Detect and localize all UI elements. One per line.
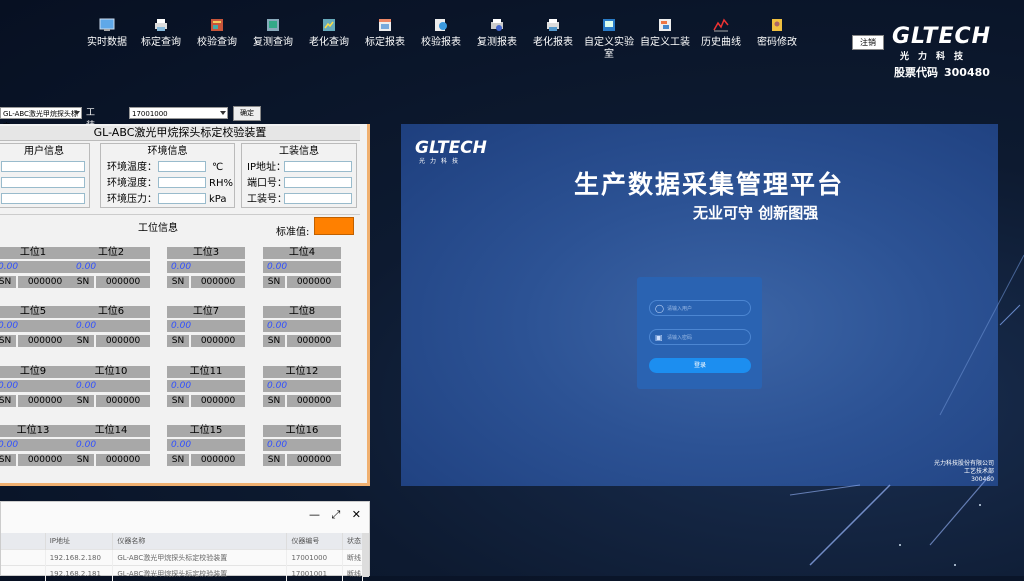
device-list-window: — ⤢ ✕ IP地址 仪器名称 仪器编号 状态 192.168.2.180 GL… [0, 501, 370, 576]
window-controls: — ⤢ ✕ [301, 508, 361, 522]
platform-slogan: 无业可守 创新图强 [693, 202, 818, 223]
login-button[interactable]: 登录 [649, 358, 751, 373]
env-info-title: 环境信息 [101, 145, 234, 158]
brand-area: 注销 GLTECH 光力科技 股票代码300480 [852, 22, 1012, 82]
env-temperature-input[interactable] [158, 161, 206, 172]
decorative-lines [780, 245, 1024, 576]
lab-icon [601, 18, 617, 32]
standard-value-label: 标准值: [276, 223, 309, 238]
calibration-panel: GL-ABC激光甲烷探头标定校验装置 用户信息 环境信息 环境温度： ℃ 环境湿… [0, 124, 370, 486]
brand-logo: GLTECH [892, 24, 991, 49]
chart-doc-icon [321, 18, 337, 32]
toolbar-custom-lab[interactable]: 自定义实验室 [580, 14, 638, 61]
confirm-button[interactable]: 确定 [233, 106, 261, 121]
column-header-ip[interactable]: IP地址 [45, 533, 113, 550]
station-card: 工位8 0.00 SN 000000 [263, 306, 341, 352]
toolbar-calibration-query[interactable]: 标定查询 [132, 14, 190, 49]
brand-logo-subtitle: 光力科技 [900, 49, 972, 62]
preview-logo-subtitle: 光力科技 [419, 156, 463, 165]
table-row[interactable]: 192.168.2.180 GL-ABC激光甲烷探头标定校验装置 1700100… [1, 550, 363, 566]
fixture-ip-input[interactable] [284, 161, 352, 172]
toolbar-change-password[interactable]: 密码修改 [748, 14, 806, 49]
toolbar-verify-report[interactable]: 校验报表 [412, 14, 470, 49]
station-info-title: 工位信息 [138, 219, 178, 234]
device-select[interactable]: GL-ABC激光甲烷探头标定 [0, 107, 82, 119]
user-info-title: 用户信息 [0, 145, 89, 158]
station-card: 工位14 0.00 SN 000000 [72, 425, 150, 471]
report-icon [265, 18, 281, 32]
env-humidity-input[interactable] [158, 177, 206, 188]
device-table: IP地址 仪器名称 仪器编号 状态 192.168.2.180 GL-ABC激光… [1, 533, 363, 581]
toolbar-retest-report[interactable]: 复测报表 [468, 14, 526, 49]
toolbar-verify-query[interactable]: 校验查询 [188, 14, 246, 49]
fixture-port-input[interactable] [284, 177, 352, 188]
toolbar-aging-query[interactable]: 老化查询 [300, 14, 358, 49]
fixture-id-input[interactable] [284, 193, 352, 204]
fixture-number-select[interactable]: 17001000 [129, 107, 228, 119]
station-card: 工位9 0.00 SN 000000 [0, 366, 72, 412]
station-card: 工位13 0.00 SN 000000 [0, 425, 72, 471]
toolbar-realtime-data[interactable]: 实时数据 [78, 14, 136, 49]
toolbar-calibration-report[interactable]: 标定报表 [356, 14, 414, 49]
station-card: 工位1 0.00 SN 000000 [0, 247, 72, 293]
station-card: 工位5 0.00 SN 000000 [0, 306, 72, 352]
user-field-1[interactable] [1, 161, 85, 172]
station-card: 工位10 0.00 SN 000000 [72, 366, 150, 412]
tool-icon [657, 18, 673, 32]
curve-icon [713, 18, 729, 32]
preview-logo: GLTECH [415, 138, 487, 158]
column-header-status[interactable]: 状态 [343, 533, 363, 550]
minimize-icon[interactable]: — [309, 508, 320, 521]
station-card: 工位12 0.00 SN 000000 [263, 366, 341, 412]
station-card: 工位4 0.00 SN 000000 [263, 247, 341, 293]
station-card: 工位2 0.00 SN 000000 [72, 247, 150, 293]
print-report-icon [489, 18, 505, 32]
logout-button[interactable]: 注销 [852, 35, 884, 50]
user-field-3[interactable] [1, 193, 85, 204]
table-scrollbar[interactable] [362, 533, 369, 577]
lock-icon: ▣ [655, 333, 663, 342]
toolbar-history-curve[interactable]: 历史曲线 [692, 14, 750, 49]
user-info-box: 用户信息 [0, 143, 90, 208]
printer-icon [153, 18, 169, 32]
chevron-down-icon [220, 111, 226, 115]
chevron-down-icon [74, 111, 80, 115]
fixture-info-box: 工装信息 IP地址： 端口号： 工装号： [241, 143, 357, 208]
key-icon [769, 18, 785, 32]
column-header-number[interactable]: 仪器编号 [287, 533, 343, 550]
station-card: 工位7 0.00 SN 000000 [167, 306, 245, 352]
username-input[interactable]: ◯ 请输入用户 [649, 300, 751, 316]
user-field-2[interactable] [1, 177, 85, 188]
station-info-header: 工位信息 标准值: [0, 214, 360, 235]
fixture-info-title: 工装信息 [242, 145, 356, 158]
print-icon [545, 18, 561, 32]
password-input[interactable]: ▣ 请输入密码 [649, 329, 751, 345]
panel-title: GL-ABC激光甲烷探头标定校验装置 [0, 126, 360, 141]
toolbar-aging-report[interactable]: 老化报表 [524, 14, 582, 49]
standard-value-indicator [314, 217, 354, 235]
column-header-name[interactable]: 仪器名称 [113, 533, 287, 550]
toolbar-retest-query[interactable]: 复测查询 [244, 14, 302, 49]
table-row[interactable]: 192.168.2.181 GL-ABC激光甲烷探头标定校验装置 1700100… [1, 566, 363, 581]
user-icon: ◯ [655, 304, 664, 313]
monitor-icon [99, 18, 115, 32]
stock-code: 股票代码300480 [894, 64, 990, 80]
station-card: 工位6 0.00 SN 000000 [72, 306, 150, 352]
close-icon[interactable]: ✕ [352, 508, 361, 521]
table-icon [377, 18, 393, 32]
env-info-box: 环境信息 环境温度： ℃ 环境湿度： RH% 环境压力： kPa [100, 143, 235, 208]
platform-title: 生产数据采集管理平台 [574, 165, 844, 201]
search-doc-icon [433, 18, 449, 32]
login-card: ◯ 请输入用户 ▣ 请输入密码 登录 [637, 277, 762, 389]
env-pressure-input[interactable] [158, 193, 206, 204]
book-icon [209, 18, 225, 32]
toolbar-custom-fixture[interactable]: 自定义工装 [636, 14, 694, 49]
station-card: 工位15 0.00 SN 000000 [167, 425, 245, 471]
maximize-icon[interactable]: ⤢ [331, 508, 340, 521]
station-card: 工位11 0.00 SN 000000 [167, 366, 245, 412]
station-card: 工位16 0.00 SN 000000 [263, 425, 341, 471]
station-card: 工位3 0.00 SN 000000 [167, 247, 245, 293]
